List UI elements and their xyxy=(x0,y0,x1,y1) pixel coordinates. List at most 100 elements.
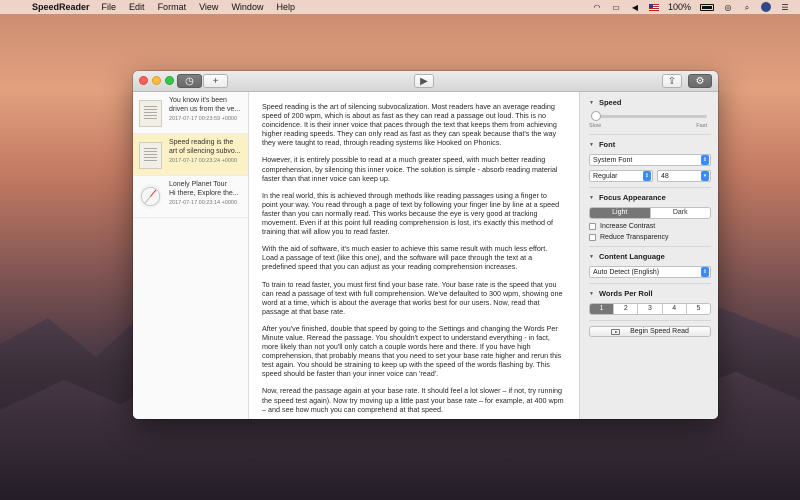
volume-icon[interactable]: ◀ xyxy=(630,3,640,12)
words-per-roll-option-2[interactable]: 2 xyxy=(614,304,639,314)
disclosure-triangle-icon: ▼ xyxy=(589,253,594,260)
font-style-select[interactable]: Regular ⇕ xyxy=(589,170,653,182)
font-section-header[interactable]: ▼ Font xyxy=(589,140,711,149)
font-family-value: System Font xyxy=(593,156,633,164)
speed-slider-knob[interactable] xyxy=(591,111,602,121)
divider xyxy=(589,246,711,247)
play-icon xyxy=(611,328,621,335)
content-language-select[interactable]: Auto Detect (English) ⇕ xyxy=(589,266,711,278)
appearance-light-option[interactable]: Light xyxy=(590,208,651,218)
font-size-value: 48 xyxy=(661,172,669,180)
divider xyxy=(589,320,711,321)
checkbox-box[interactable] xyxy=(589,223,596,230)
speed-label: Speed xyxy=(598,98,622,107)
words-per-roll-section-header[interactable]: ▼ Words Per Roll xyxy=(589,289,711,298)
document-date: 2017-07-17 00:23:59 +0000 xyxy=(169,116,238,122)
airplay-icon[interactable]: ▭ xyxy=(611,3,621,12)
article-text-area[interactable]: Speed reading is the art of silencing su… xyxy=(249,92,579,419)
menu-bar: SpeedReader File Edit Format View Window… xyxy=(0,0,800,14)
spotlight-search-icon[interactable]: ⌕ xyxy=(742,3,752,12)
document-item[interactable]: You know it's been driven us from the ve… xyxy=(133,92,248,134)
article-paragraph: However, it is entirely possible to read… xyxy=(262,155,558,183)
siri-icon[interactable]: ◎ xyxy=(723,3,733,12)
input-source-flag-icon[interactable] xyxy=(648,3,659,11)
divider xyxy=(589,283,711,284)
document-title-line1: You know it's been xyxy=(169,97,227,104)
zoom-window-button[interactable] xyxy=(165,76,174,85)
article-paragraph: After you've finished, double that speed… xyxy=(262,323,562,379)
words-per-roll-option-4[interactable]: 4 xyxy=(663,304,687,314)
appearance-dark-option[interactable]: Dark xyxy=(651,208,711,218)
battery-icon[interactable] xyxy=(700,3,714,11)
menu-edit[interactable]: Edit xyxy=(129,2,145,12)
content-language-section-header[interactable]: ▼ Content Language xyxy=(589,252,711,261)
plus-icon: + xyxy=(212,75,219,87)
divider xyxy=(589,134,711,135)
content-language-value: Auto Detect (English) xyxy=(593,268,660,276)
chevron-down-icon: ▾ xyxy=(701,171,709,181)
menu-help[interactable]: Help xyxy=(276,2,295,12)
speedreader-window: ◷ + ▶ ⇪ ⚙ You know it's been driven us f… xyxy=(133,71,718,419)
words-per-roll-option-1[interactable]: 1 xyxy=(590,304,615,314)
article-paragraph: Now, reread the passage again at your ba… xyxy=(262,386,564,414)
notification-center-icon[interactable]: ☰ xyxy=(780,3,790,12)
document-date: 2017-07-17 00:23:24 +0000 xyxy=(169,158,238,164)
disclosure-triangle-icon: ▼ xyxy=(589,141,594,148)
document-sidebar: You know it's been driven us from the ve… xyxy=(133,92,249,419)
title-bar: ◷ + ▶ ⇪ ⚙ xyxy=(133,71,718,92)
begin-speed-read-button[interactable]: Begin Speed Read xyxy=(589,326,711,337)
menu-view[interactable]: View xyxy=(199,2,218,12)
focus-appearance-label: Focus Appearance xyxy=(598,193,666,202)
gear-icon: ⚙ xyxy=(695,75,705,87)
menu-format[interactable]: Format xyxy=(158,2,187,12)
updown-arrows-icon: ⇕ xyxy=(643,171,651,181)
divider xyxy=(589,187,711,188)
settings-panel: ▼ Speed Slow Fast ▼ Font System Font ⇕ Reg… xyxy=(579,92,718,419)
battery-percent[interactable]: 100% xyxy=(668,2,691,12)
content-language-label: Content Language xyxy=(598,252,665,261)
begin-speed-read-label: Begin Speed Read xyxy=(630,328,689,335)
speed-section-header[interactable]: ▼ Speed xyxy=(589,98,711,107)
minimize-window-button[interactable] xyxy=(152,76,161,85)
document-item-selected[interactable]: Speed reading is the art of silencing su… xyxy=(133,134,248,176)
focus-appearance-section-header[interactable]: ▼ Focus Appearance xyxy=(589,193,711,202)
share-icon: ⇪ xyxy=(667,75,677,87)
speed-slider[interactable] xyxy=(591,111,707,121)
words-per-roll-segmented-control: 1 2 3 4 5 xyxy=(589,303,711,315)
share-button[interactable]: ⇪ xyxy=(662,74,682,88)
increase-contrast-label: Increase Contrast xyxy=(600,223,656,230)
words-per-roll-label: Words Per Roll xyxy=(598,289,653,298)
compass-icon xyxy=(139,184,162,209)
reduce-transparency-checkbox[interactable]: Reduce Transparency xyxy=(589,234,711,241)
document-title-line1: Speed reading is the xyxy=(169,139,234,146)
user-avatar-icon[interactable] xyxy=(761,2,771,12)
menu-window[interactable]: Window xyxy=(231,2,263,12)
clock-icon: ◷ xyxy=(185,75,194,87)
increase-contrast-checkbox[interactable]: Increase Contrast xyxy=(589,223,711,230)
font-family-select[interactable]: System Font ⇕ xyxy=(589,154,711,166)
slider-slow-label: Slow xyxy=(589,123,601,129)
history-button[interactable]: ◷ xyxy=(177,74,202,88)
close-window-button[interactable] xyxy=(139,76,148,85)
article-paragraph: Speed reading is the art of silencing su… xyxy=(262,102,557,148)
wifi-icon[interactable]: ◠ xyxy=(592,3,602,12)
slider-fast-label: Fast xyxy=(696,123,707,129)
document-thumbnail-icon xyxy=(139,100,162,127)
menu-file[interactable]: File xyxy=(102,2,117,12)
document-date: 2017-07-17 00:23:14 +0000 xyxy=(169,200,238,206)
app-menu[interactable]: SpeedReader xyxy=(32,2,90,12)
add-document-button[interactable]: + xyxy=(203,74,228,88)
font-style-value: Regular xyxy=(593,172,618,180)
words-per-roll-option-5[interactable]: 5 xyxy=(687,304,710,314)
article-paragraph: With the aid of software, it's much easi… xyxy=(262,244,548,272)
document-item[interactable]: Lonely Planet Tour Hi there, Explore the… xyxy=(133,176,248,218)
settings-button[interactable]: ⚙ xyxy=(688,74,712,88)
font-size-combo[interactable]: 48 ▾ xyxy=(657,170,711,182)
words-per-roll-option-3[interactable]: 3 xyxy=(638,304,663,314)
disclosure-triangle-icon: ▼ xyxy=(589,290,594,297)
checkbox-box[interactable] xyxy=(589,234,596,241)
updown-arrows-icon: ⇕ xyxy=(701,267,709,277)
play-button[interactable]: ▶ xyxy=(414,74,434,88)
document-title-line2: Hi there, Explore the... xyxy=(169,190,239,197)
document-title-line2: driven us from the ve... xyxy=(169,106,241,113)
